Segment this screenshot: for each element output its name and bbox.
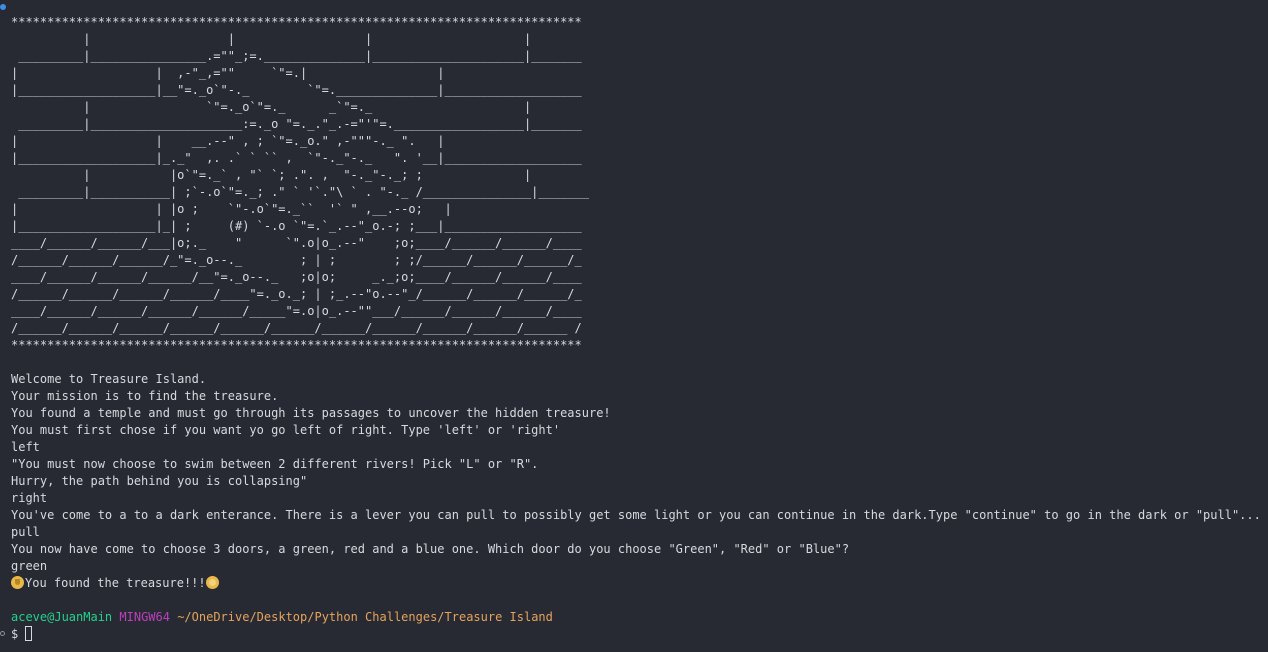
output-line: You've come to a to a dark enterance. Th…: [11, 508, 1261, 522]
output-line: right: [11, 491, 48, 505]
ascii-art-line: | | |o ; `"-.o`"=._`` '` " ,__.--o; |: [11, 202, 452, 216]
ascii-art-banner: ****************************************…: [11, 14, 1268, 354]
input-line[interactable]: $: [11, 626, 1268, 643]
result-text: You found the treasure!!!: [25, 576, 206, 590]
ascii-art-line: ****************************************…: [11, 15, 582, 29]
text-cursor[interactable]: [25, 626, 33, 641]
ascii-art-line: ____/______/______/______/______/_____"=…: [11, 304, 582, 318]
output-line: pull: [11, 525, 40, 539]
shell-prompt: aceve@JuanMain MINGW64 ~/OneDrive/Deskto…: [11, 609, 1268, 626]
result-line: You found the treasure!!!: [11, 575, 1268, 592]
ascii-art-line: _________|_____________________:=._o "=.…: [11, 117, 582, 131]
terminal-output: ****************************************…: [11, 14, 1268, 643]
output-line: You now have come to choose 3 doors, a g…: [11, 542, 850, 556]
output-line: Welcome to Treasure Island.: [11, 372, 207, 386]
ascii-art-line: _________|___________| ;`-.o`"=._; ." ` …: [11, 185, 589, 199]
output-line: You found a temple and must go through i…: [11, 406, 611, 420]
ascii-art-line: |___________________|_| ; (#) `-.o `"=.`…: [11, 219, 582, 233]
ascii-art-line: ____/______/______/___|o;._ " `".o|o_.--…: [11, 236, 582, 250]
output-line: You must first chose if you want yo go l…: [11, 423, 561, 437]
prompt-path: ~/OneDrive/Desktop/Python Challenges/Tre…: [177, 610, 553, 624]
prompt-system: MINGW64: [119, 610, 170, 624]
terminal-window[interactable]: ****************************************…: [0, 0, 1268, 652]
ascii-art-line: ____/______/______/______/__"=._o--._ ;o…: [11, 270, 582, 284]
output-line: green: [11, 559, 48, 573]
ascii-art-line: ****************************************…: [11, 338, 582, 352]
output-line: "You must now choose to swim between 2 d…: [11, 457, 539, 471]
ascii-art-line: |___________________|_._" ,. .` ` `` , `…: [11, 151, 582, 165]
ascii-art-line: | | ,-"_,="" `"=.| |: [11, 66, 445, 80]
command-decoration-icon[interactable]: [0, 4, 6, 10]
ascii-art-line: /______/______/______/_"=._o--._ ; | ; ;…: [11, 253, 582, 267]
ascii-art-line: | | __.--" , ; `"=._o." ,-"""-._ ". |: [11, 134, 445, 148]
command-decoration-empty-icon[interactable]: [0, 631, 5, 636]
ascii-art-line: | |o`"=._` , "` `; .". , "-._"-._; ; |: [11, 168, 532, 182]
trophy-icon: [11, 576, 24, 589]
ascii-art-line: _________|________________.=""_;=.______…: [11, 49, 582, 63]
program-output: Welcome to Treasure Island. Your mission …: [11, 371, 1268, 575]
prompt-symbol: $: [11, 627, 19, 641]
output-line: Hurry, the path behind you is collapsing…: [11, 474, 308, 488]
ascii-art-line: |___________________|__"=._o`"-._ `"=.__…: [11, 83, 582, 97]
ascii-art-line: | | | |: [11, 32, 532, 46]
coin-icon: [205, 576, 219, 589]
ascii-art-line: | `"=._o`"=._ _`"=._ |: [11, 100, 532, 114]
output-line: Your mission is to find the treasure.: [11, 389, 279, 403]
ascii-art-line: /______/______/______/______/______/____…: [11, 321, 582, 335]
output-line: left: [11, 440, 40, 454]
prompt-user-host: aceve@JuanMain: [11, 610, 113, 624]
ascii-art-line: /______/______/______/______/____"=._o._…: [11, 287, 582, 301]
